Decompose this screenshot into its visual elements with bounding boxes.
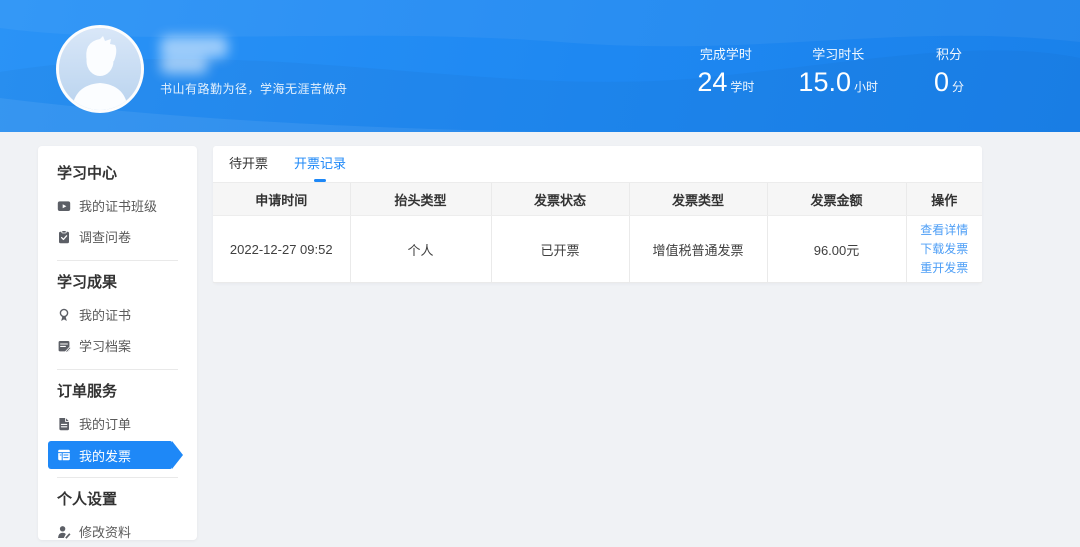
col-header-status: 发票状态 — [490, 182, 629, 216]
tab-invoice-records[interactable]: 开票记录 — [294, 146, 346, 182]
stat-value: 24 — [697, 67, 728, 97]
stat-label: 完成学时 — [699, 47, 752, 62]
invoice-panel: 待开票 开票记录 申请时间 抬头类型 发票状态 发票类型 发票金额 操作 202… — [213, 146, 982, 283]
stat-study-duration: 学习时长 15.0 小时 — [798, 44, 878, 96]
sidebar-item-label: 调查问卷 — [79, 230, 132, 245]
avatar-icon — [59, 28, 141, 110]
sidebar-item-my-invoices[interactable]: 我的发票 — [48, 441, 183, 469]
sidebar-item-label: 我的发票 — [79, 448, 132, 464]
stat-value: 15.0 — [798, 67, 851, 97]
table-row: 2022-12-27 09:52 个人 已开票 增值税普通发票 96.00元 查… — [213, 215, 983, 283]
cell-apply-time: 2022-12-27 09:52 — [213, 215, 350, 283]
sidebar-section-order-services: 订单服务 — [57, 383, 118, 400]
order-icon — [57, 417, 71, 431]
col-header-apply-time: 申请时间 — [213, 182, 350, 216]
cell-actions: 查看详情 下载发票 重开发票 — [905, 215, 983, 283]
medal-icon — [57, 308, 71, 322]
cell-status: 已开票 — [490, 215, 629, 283]
sidebar-section-learning-results: 学习成果 — [57, 274, 118, 291]
stat-points: 积分 0 分 — [922, 44, 976, 96]
col-header-amount: 发票金额 — [766, 182, 906, 216]
stat-value: 0 — [933, 67, 949, 97]
sidebar-section-personal-settings: 个人设置 — [57, 491, 118, 508]
username-redacted — [160, 34, 240, 78]
download-invoice-link[interactable]: 下载发票 — [907, 240, 983, 259]
sidebar-item-my-certificates[interactable]: 我的证书 — [38, 299, 197, 330]
study-stats: 完成学时 24 学时 学习时长 15.0 小时 积分 0 分 — [697, 44, 976, 96]
sidebar-divider — [57, 477, 178, 478]
cell-invoice-type: 增值税普通发票 — [628, 215, 767, 283]
invoice-tabs: 待开票 开票记录 — [213, 146, 982, 182]
sidebar-item-learning-archive[interactable]: 学习档案 — [38, 330, 197, 361]
stat-unit: 学时 — [730, 80, 755, 94]
avatar — [56, 25, 144, 113]
cell-amount: 96.00元 — [766, 215, 906, 283]
sidebar-divider — [57, 369, 178, 370]
sidebar-item-survey[interactable]: 调查问卷 — [38, 221, 197, 252]
user-motto: 书山有路勤为径，学海无涯苦做舟 — [160, 82, 348, 96]
col-header-invoice-type: 发票类型 — [628, 182, 767, 216]
tab-pending-invoice[interactable]: 待开票 — [229, 146, 268, 182]
stat-unit: 分 — [952, 80, 965, 94]
sidebar-item-my-orders[interactable]: 我的订单 — [38, 408, 197, 439]
sidebar-item-label: 我的订单 — [79, 417, 132, 432]
sidebar-item-label: 我的证书 — [79, 308, 132, 323]
col-header-actions: 操作 — [905, 182, 982, 216]
col-header-title-type: 抬头类型 — [349, 182, 491, 216]
profile-edit-icon — [57, 525, 71, 539]
survey-icon — [57, 229, 71, 244]
sidebar: 学习中心 我的证书班级 调查问卷 学习成果 我的证书 学习档案 订单服务 我的订… — [38, 146, 197, 540]
stat-label: 学习时长 — [812, 47, 865, 62]
stat-label: 积分 — [935, 47, 962, 62]
sidebar-item-certificate-classes[interactable]: 我的证书班级 — [38, 190, 197, 221]
video-icon — [57, 199, 71, 213]
sidebar-item-label: 我的证书班级 — [79, 199, 158, 214]
invoice-icon — [57, 448, 71, 462]
sidebar-item-edit-profile[interactable]: 修改资料 — [38, 516, 197, 540]
sidebar-divider — [57, 260, 178, 261]
sidebar-section-learning-center: 学习中心 — [57, 165, 118, 182]
sidebar-item-label: 修改资料 — [79, 525, 132, 540]
view-details-link[interactable]: 查看详情 — [907, 221, 983, 240]
stat-unit: 小时 — [853, 80, 878, 94]
archive-icon — [57, 339, 71, 353]
invoice-table: 申请时间 抬头类型 发票状态 发票类型 发票金额 操作 2022-12-27 0… — [213, 182, 982, 283]
stat-completed-hours: 完成学时 24 学时 — [697, 44, 754, 96]
cell-title-type: 个人 — [349, 215, 491, 283]
sidebar-item-label: 学习档案 — [79, 339, 132, 354]
table-header-row: 申请时间 抬头类型 发票状态 发票类型 发票金额 操作 — [213, 182, 982, 216]
user-banner: 书山有路勤为径，学海无涯苦做舟 完成学时 24 学时 学习时长 15.0 小时 … — [0, 0, 1080, 132]
reissue-invoice-link[interactable]: 重开发票 — [907, 259, 983, 278]
